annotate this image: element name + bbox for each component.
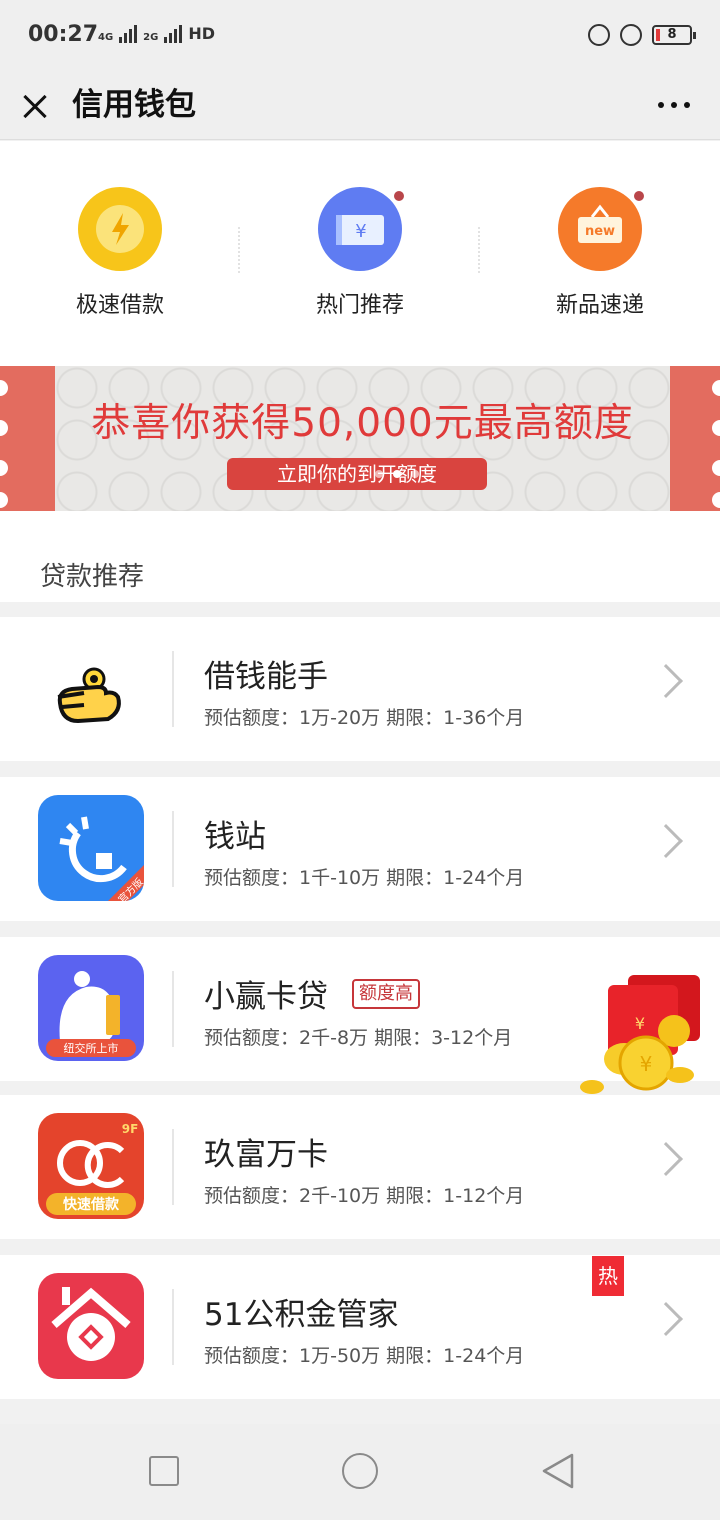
quick-entry-label: 极速借款 (75, 293, 164, 318)
quick-entry-new[interactable]: new 新品速递 (480, 187, 720, 319)
carousel-indicator (375, 470, 419, 478)
money-ticket-icon: ¥ (318, 187, 406, 271)
alarm-icon (620, 24, 642, 46)
network-2g-label: 2G (143, 32, 159, 43)
loan-description: 预估额度：2千-8万 期限：3-12个月 (204, 1027, 513, 1049)
banner-cta-button[interactable]: 立即你的到开额度 (227, 458, 487, 490)
ticket-notch (712, 492, 720, 508)
network-4g-label: 4G (98, 32, 114, 43)
network-indicators: 4G 2G HD (98, 24, 215, 43)
system-nav-bar (0, 1424, 720, 1520)
loan-description: 预估额度：1千-10万 期限：1-24个月 (204, 867, 525, 889)
banner-content: 恭喜你获得50,000元最高额度 立即你的到开额度 (55, 366, 670, 511)
recent-apps-button[interactable] (149, 1456, 179, 1486)
quick-entry-label: 新品速递 (555, 293, 644, 318)
lock-rotation-icon (588, 24, 610, 46)
logo-badge-text: 纽交所上市 (64, 1041, 119, 1055)
red-packet-coins-icon: ¥ ¥ (580, 975, 700, 1094)
quick-entry-panel: 极速借款 ¥ 热门推荐 new 新品速递 (0, 141, 720, 356)
house-fund-logo-icon (38, 1273, 144, 1379)
lightning-icon (78, 187, 162, 271)
red-packet-symbol: ¥ (635, 1014, 645, 1033)
hand-coin-icon (38, 635, 144, 741)
high-limit-tag: 额度高 (352, 979, 420, 1009)
status-bar: 00:27 4G 2G HD 8 (0, 0, 720, 72)
jiufu-logo-icon: 9F 快速借款 (38, 1113, 144, 1219)
new-sign-icon: new (558, 187, 646, 271)
chevron-right-icon (649, 664, 683, 698)
new-badge-dot (632, 189, 646, 203)
ticket-notch (0, 492, 8, 508)
coin-symbol: ¥ (640, 1052, 653, 1076)
promo-banner[interactable]: 恭喜你获得50,000元最高额度 立即你的到开额度 (0, 366, 720, 511)
chevron-right-icon (649, 1142, 683, 1176)
loan-name: 钱站 (204, 819, 266, 855)
loan-description: 预估额度：1万-20万 期限：1-36个月 (204, 707, 525, 729)
new-badge-dot (392, 189, 406, 203)
hd-label: HD (188, 24, 216, 43)
ticket-notch (0, 420, 8, 436)
battery-icon: 8 (652, 25, 696, 45)
quick-entry-fast-loan[interactable]: 极速借款 (0, 187, 240, 319)
status-time: 00:27 (28, 22, 99, 47)
svg-text:new: new (585, 224, 615, 239)
chevron-right-icon (649, 1302, 683, 1336)
ticket-notch (712, 420, 720, 436)
divider (172, 651, 174, 727)
chevron-right-icon (649, 824, 683, 858)
loan-name: 玖富万卡 (204, 1137, 328, 1173)
hot-badge: 热 (592, 1256, 624, 1296)
loan-item[interactable]: 9F 快速借款 玖富万卡 预估额度：2千-10万 期限：1-12个月 (0, 1095, 720, 1239)
more-options-icon[interactable] (658, 90, 690, 120)
loan-name: 借钱能手 (204, 659, 328, 695)
ticket-notch (712, 380, 720, 396)
xiaoying-logo-icon: 纽交所上市 (38, 955, 144, 1061)
back-button[interactable] (540, 1452, 576, 1494)
loan-name: 51公积金管家 (204, 1297, 399, 1333)
ticket-notch (712, 460, 720, 476)
page-title: 信用钱包 (72, 87, 196, 123)
home-button[interactable] (342, 1453, 378, 1489)
ticket-notch (0, 380, 8, 396)
logo-badge-text: 快速借款 (63, 1196, 120, 1213)
loan-item[interactable]: 借钱能手 预估额度：1万-20万 期限：1-36个月 (0, 617, 720, 761)
status-icons: 8 (588, 24, 696, 46)
loan-name: 小赢卡贷 (204, 979, 328, 1015)
title-bar: 信用钱包 (0, 72, 720, 140)
divider (172, 1129, 174, 1205)
logo-badge-text: 官方版 (115, 875, 144, 901)
signal-icon-2 (164, 25, 183, 43)
loan-item[interactable]: 官方版 钱站 预估额度：1千-10万 期限：1-24个月 (0, 777, 720, 921)
loan-section-header: 贷款推荐 (0, 526, 720, 602)
quick-entry-hot[interactable]: ¥ 热门推荐 (240, 187, 480, 319)
divider (172, 1289, 174, 1365)
signal-icon (119, 25, 138, 43)
banner-headline: 恭喜你获得50,000元最高额度 (91, 401, 634, 446)
qianzhan-logo-icon: 官方版 (38, 795, 144, 901)
quick-entry-label: 热门推荐 (315, 293, 404, 318)
divider (172, 971, 174, 1047)
loan-description: 预估额度：1万-50万 期限：1-24个月 (204, 1345, 525, 1367)
logo-corner-text: 9F (122, 1122, 139, 1136)
banner-section: 恭喜你获得50,000元最高额度 立即你的到开额度 (0, 356, 720, 526)
close-icon[interactable] (18, 82, 54, 130)
divider (172, 811, 174, 887)
svg-text:¥: ¥ (355, 221, 366, 242)
loan-description: 预估额度：2千-10万 期限：1-12个月 (204, 1185, 525, 1207)
ticket-notch (0, 460, 8, 476)
back-triangle-icon (542, 1453, 574, 1489)
loan-item[interactable]: 纽交所上市 小赢卡贷 额度高 预估额度：2千-8万 期限：3-12个月 ¥ ¥ (0, 937, 720, 1094)
section-title: 贷款推荐 (40, 562, 145, 592)
